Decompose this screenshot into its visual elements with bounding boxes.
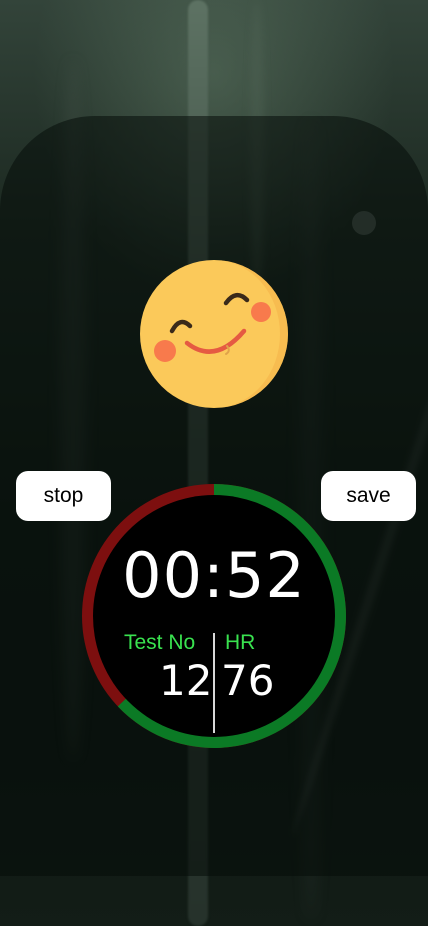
test-number-value: 12	[159, 656, 213, 705]
timer-gauge: 00:52 Test No HR 12 76	[79, 481, 349, 751]
smiling-face-icon	[139, 259, 289, 409]
elapsed-time: 00:52	[122, 539, 306, 612]
indicator-dot	[352, 211, 376, 235]
heart-rate-value: 76	[221, 656, 275, 705]
stats-divider	[213, 633, 215, 733]
heart-rate-label: HR	[225, 631, 256, 654]
test-number-label: Test No	[124, 631, 196, 654]
app-screen: stop save 00:52 Test No HR 12 76	[0, 0, 428, 926]
